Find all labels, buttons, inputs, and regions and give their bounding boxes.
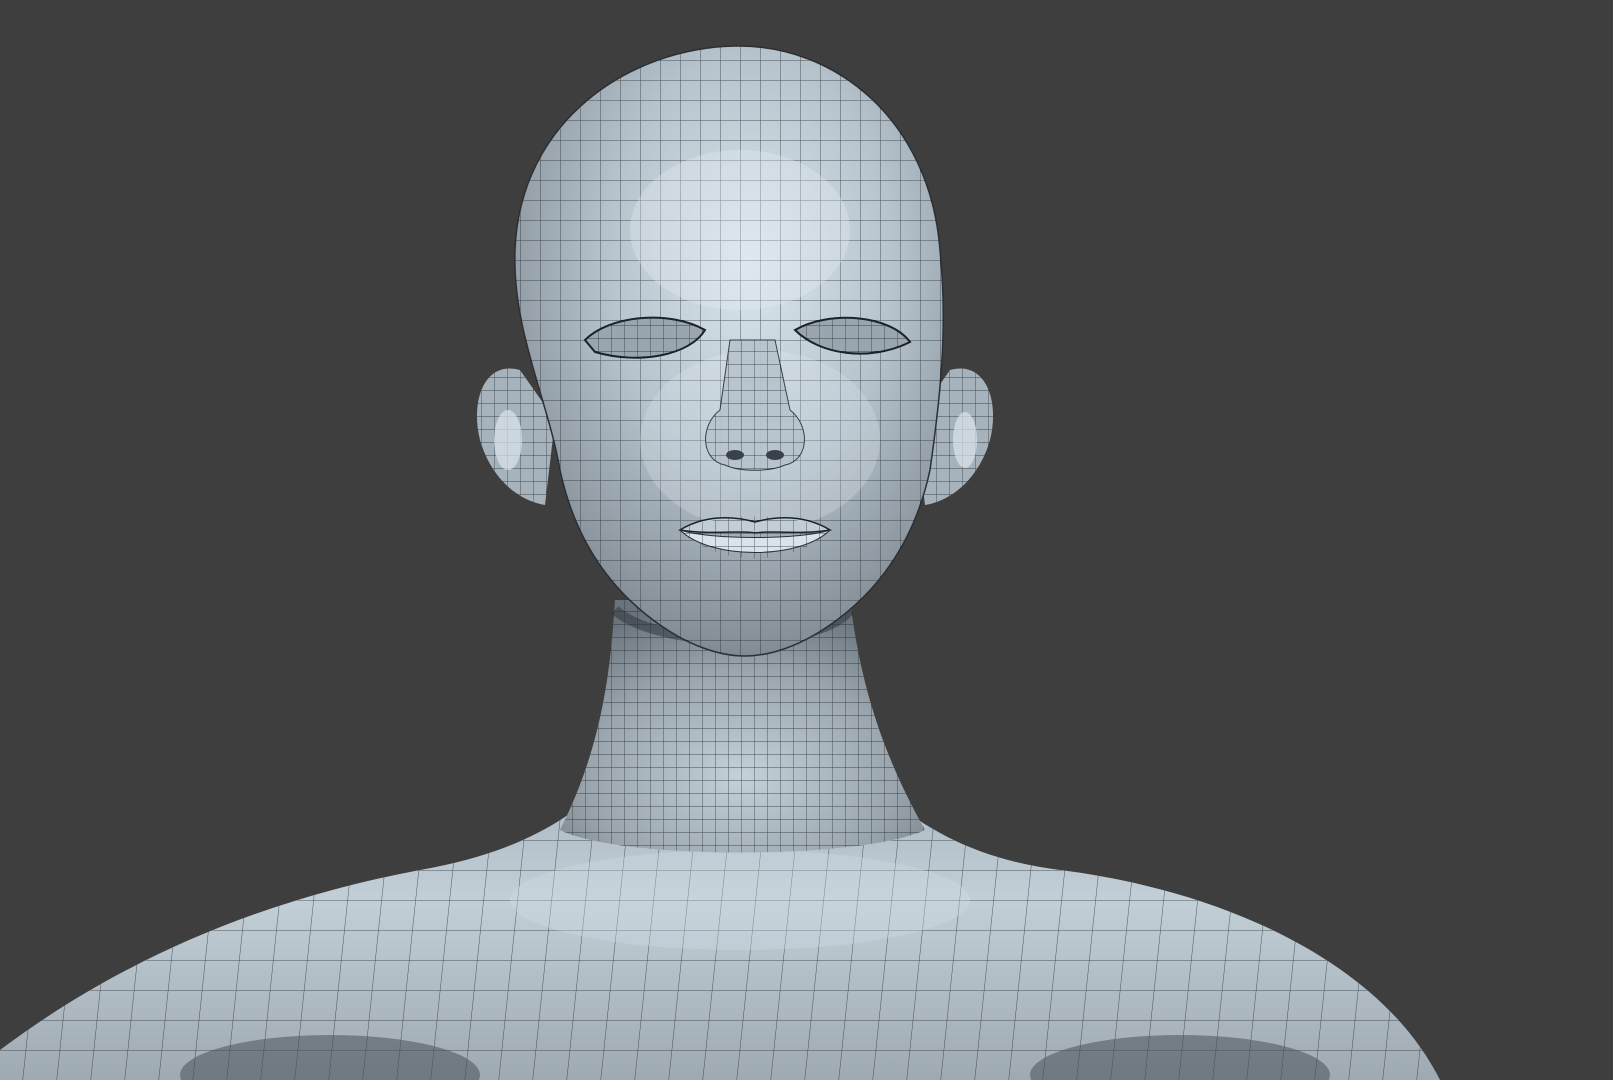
sculpt-mesh-render [0,45,1440,1080]
3d-viewport[interactable] [0,0,1613,1080]
